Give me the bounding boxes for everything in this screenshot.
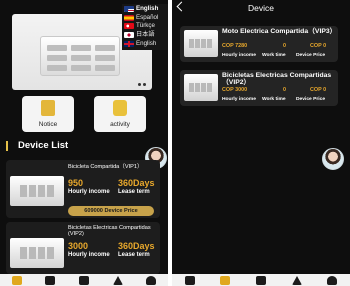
- spain-flag-icon: [124, 14, 134, 21]
- device-name: Bicicleta Compartida（VIP1）: [68, 164, 143, 170]
- work-time-caption: Work time: [262, 53, 286, 58]
- hourly-income-caption: Hourly income: [68, 252, 110, 258]
- language-label: English: [136, 5, 159, 13]
- send-icon[interactable]: [112, 275, 123, 285]
- device-icon[interactable]: [45, 275, 56, 285]
- my-device-card[interactable]: Moto Electrica Compartida（VIP3） COP 7280…: [180, 26, 338, 62]
- device-price-value: COP 0: [310, 87, 327, 93]
- my-device-card[interactable]: Bicicletas Electricas Compartidas （VIP2）…: [180, 70, 338, 106]
- chart-icon[interactable]: [78, 275, 89, 285]
- language-option-turkish[interactable]: Türkçe: [124, 22, 168, 31]
- language-menu[interactable]: English Español Türkçe 日本語 English: [122, 4, 168, 50]
- device-image: [10, 238, 64, 268]
- language-option-english-uk[interactable]: English: [124, 39, 168, 48]
- notice-book-icon: [41, 100, 55, 116]
- hourly-income-value: 3000: [68, 241, 89, 251]
- device-screen: Device Moto Electrica Compartida（VIP3） C…: [172, 0, 350, 286]
- work-time-value: 0: [283, 43, 286, 49]
- work-time-caption: Work time: [262, 97, 286, 102]
- device-name: Bicicletas Electricas Compartidas (VIP2): [68, 225, 151, 238]
- device-name: Bicicletas Electricas Compartidas （VIP2）: [222, 72, 332, 87]
- activity-tile[interactable]: activity: [94, 96, 146, 132]
- language-label: 日本語: [136, 30, 155, 38]
- profile-icon[interactable]: [327, 275, 338, 285]
- hourly-income-caption: Hourly income: [222, 53, 256, 58]
- section-marker: [6, 141, 8, 151]
- lease-term-caption: Lease term: [118, 189, 150, 195]
- lease-term-value: 360Days: [118, 178, 155, 188]
- send-icon[interactable]: [291, 275, 302, 285]
- us-flag-icon: [124, 6, 134, 13]
- device-image: [184, 30, 218, 57]
- hourly-income-caption: Hourly income: [68, 189, 110, 195]
- hourly-income-value: 950: [68, 178, 84, 188]
- home-screen: English Español Türkçe 日本語 English Notic…: [0, 0, 168, 286]
- device-image: [184, 74, 218, 101]
- notice-label: Notice: [38, 121, 58, 128]
- device-price-button[interactable]: 609000 Device Price: [68, 206, 154, 216]
- language-option-spanish[interactable]: Español: [124, 14, 168, 23]
- device-icon[interactable]: [220, 275, 231, 285]
- uk-flag-icon: [124, 40, 134, 47]
- bottom-nav: [0, 274, 168, 286]
- charging-station-image: [40, 36, 120, 76]
- device-name: Moto Electrica Compartida（VIP3）: [222, 28, 337, 35]
- device-card[interactable]: Bicicletas Electricas Compartidas (VIP2)…: [6, 222, 160, 274]
- chart-icon[interactable]: [255, 275, 266, 285]
- language-option-english[interactable]: English: [124, 5, 168, 14]
- device-card[interactable]: Bicicleta Compartida（VIP1） 950 360Days H…: [6, 160, 160, 218]
- hourly-income-value: COP 3000: [222, 87, 248, 93]
- work-time-value: 0: [283, 87, 286, 93]
- activity-label: activity: [110, 121, 130, 128]
- language-label: English: [136, 39, 157, 47]
- language-label: Türkçe: [136, 22, 155, 30]
- profile-icon[interactable]: [146, 275, 157, 285]
- bottom-nav: [172, 274, 350, 286]
- activity-star-icon: [113, 100, 127, 116]
- device-price-caption: Device Price: [296, 53, 326, 58]
- home-icon[interactable]: [11, 275, 22, 285]
- hourly-income-caption: Hourly income: [222, 97, 256, 102]
- japan-flag-icon: [124, 32, 134, 39]
- device-image: [10, 176, 64, 206]
- device-price-caption: Device Price: [296, 97, 326, 102]
- turkey-flag-icon: [124, 23, 134, 30]
- home-icon[interactable]: [184, 275, 195, 285]
- customer-service-avatar[interactable]: [322, 148, 344, 170]
- notice-tile[interactable]: Notice: [22, 96, 74, 132]
- device-price-value: COP 0: [310, 43, 327, 49]
- hourly-income-value: COP 7280: [222, 43, 248, 49]
- lease-term-value: 360Days: [118, 241, 155, 251]
- carousel-dots[interactable]: [138, 83, 146, 86]
- language-label: Español: [136, 13, 159, 21]
- language-option-japanese[interactable]: 日本語: [124, 31, 168, 40]
- page-title: Device: [248, 3, 274, 13]
- lease-term-caption: Lease term: [118, 252, 150, 258]
- device-list-title: Device List: [18, 140, 69, 151]
